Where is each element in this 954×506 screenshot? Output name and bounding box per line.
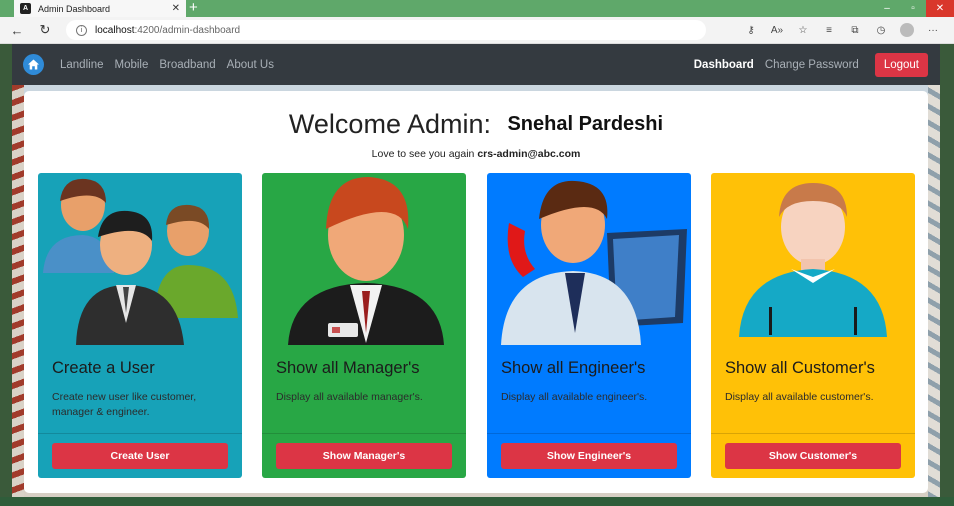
favorite-add-icon[interactable]: ☆ xyxy=(790,25,816,36)
browser-toolbar: ⚷ A» ☆ ≡ ⧉ ◷ ··· xyxy=(738,23,946,37)
plus-icon[interactable]: + xyxy=(189,0,198,16)
tab-title: Admin Dashboard xyxy=(38,3,111,14)
engineers-card: Show all Engineer's Display all availabl… xyxy=(487,173,691,478)
welcome-heading: Welcome Admin: Snehal Pardeshi xyxy=(24,109,928,140)
nav-change-password[interactable]: Change Password xyxy=(765,59,859,71)
subtitle-text: Love to see you again xyxy=(371,148,475,160)
card-title: Show all Customer's xyxy=(725,359,875,377)
url-input[interactable]: i localhost:4200/admin-dashboard xyxy=(66,20,706,40)
card-description: Display all available engineer's. xyxy=(501,391,648,403)
url-path: :4200/admin-dashboard xyxy=(134,24,241,36)
maximize-icon[interactable]: ▫ xyxy=(900,3,926,14)
welcome-subtitle: Love to see you again crs-admin@abc.com xyxy=(24,148,928,160)
info-icon[interactable]: i xyxy=(76,24,87,36)
customers-card: Show all Customer's Display all availabl… xyxy=(711,173,915,478)
card-title: Show all Engineer's xyxy=(501,359,646,377)
close-icon[interactable]: ✕ xyxy=(172,3,180,14)
card-title: Show all Manager's xyxy=(276,359,420,377)
home-icon[interactable] xyxy=(23,54,44,75)
app-navbar: Landline Mobile Broadband About Us Dashb… xyxy=(12,44,940,85)
profile-avatar-icon[interactable] xyxy=(900,23,914,37)
nav-broadband[interactable]: Broadband xyxy=(159,59,215,71)
window-controls: – ▫ ✕ xyxy=(874,0,954,17)
history-icon[interactable]: ◷ xyxy=(868,25,894,36)
more-icon[interactable]: ··· xyxy=(920,25,946,36)
nav-mobile[interactable]: Mobile xyxy=(114,59,148,71)
admin-name: Snehal Pardeshi xyxy=(507,113,664,135)
taskbar xyxy=(0,497,954,506)
card-description: Display all available customer's. xyxy=(725,391,874,403)
angular-icon: A xyxy=(20,3,31,14)
nav-about-us[interactable]: About Us xyxy=(227,59,274,71)
users-group-icon xyxy=(43,178,238,345)
url-host: localhost xyxy=(95,24,135,36)
nav-dashboard[interactable]: Dashboard xyxy=(694,59,754,71)
read-aloud-icon[interactable]: A» xyxy=(764,25,790,36)
customer-icon xyxy=(739,183,887,337)
create-user-button[interactable]: Create User xyxy=(52,443,228,469)
window-close-icon[interactable]: ✕ xyxy=(926,0,954,17)
engineer-support-icon xyxy=(501,180,687,345)
key-icon[interactable]: ⚷ xyxy=(738,25,764,36)
manager-icon xyxy=(288,177,444,345)
card-title: Create a User xyxy=(52,359,155,377)
back-arrow-icon[interactable]: ← xyxy=(6,23,28,38)
show-engineers-button[interactable]: Show Engineer's xyxy=(501,443,677,469)
managers-card: Show all Manager's Display all available… xyxy=(262,173,466,478)
show-customers-button[interactable]: Show Customer's xyxy=(725,443,901,469)
reload-icon[interactable]: ↻ xyxy=(34,22,56,38)
admin-email: crs-admin@abc.com xyxy=(477,148,581,160)
create-user-card: Create a User Create new user like custo… xyxy=(38,173,242,478)
card-description: Display all available manager's. xyxy=(276,391,423,403)
collections-icon[interactable]: ⧉ xyxy=(842,25,868,36)
dashboard-container: Welcome Admin: Snehal Pardeshi Love to s… xyxy=(24,91,928,493)
card-description: Create new user like customer, manager &… xyxy=(52,391,197,418)
minimize-icon[interactable]: – xyxy=(874,3,900,14)
browser-tab-bar: A Admin Dashboard ✕ + – ▫ ✕ xyxy=(0,0,954,17)
show-managers-button[interactable]: Show Manager's xyxy=(276,443,452,469)
address-bar: ← ↻ i localhost:4200/admin-dashboard ⚷ A… xyxy=(0,17,954,44)
browser-tab[interactable]: A Admin Dashboard ✕ xyxy=(14,0,186,17)
welcome-title: Welcome Admin: xyxy=(288,109,491,139)
logout-button[interactable]: Logout xyxy=(874,52,928,77)
nav-landline[interactable]: Landline xyxy=(60,59,103,71)
favorites-icon[interactable]: ≡ xyxy=(816,25,842,36)
